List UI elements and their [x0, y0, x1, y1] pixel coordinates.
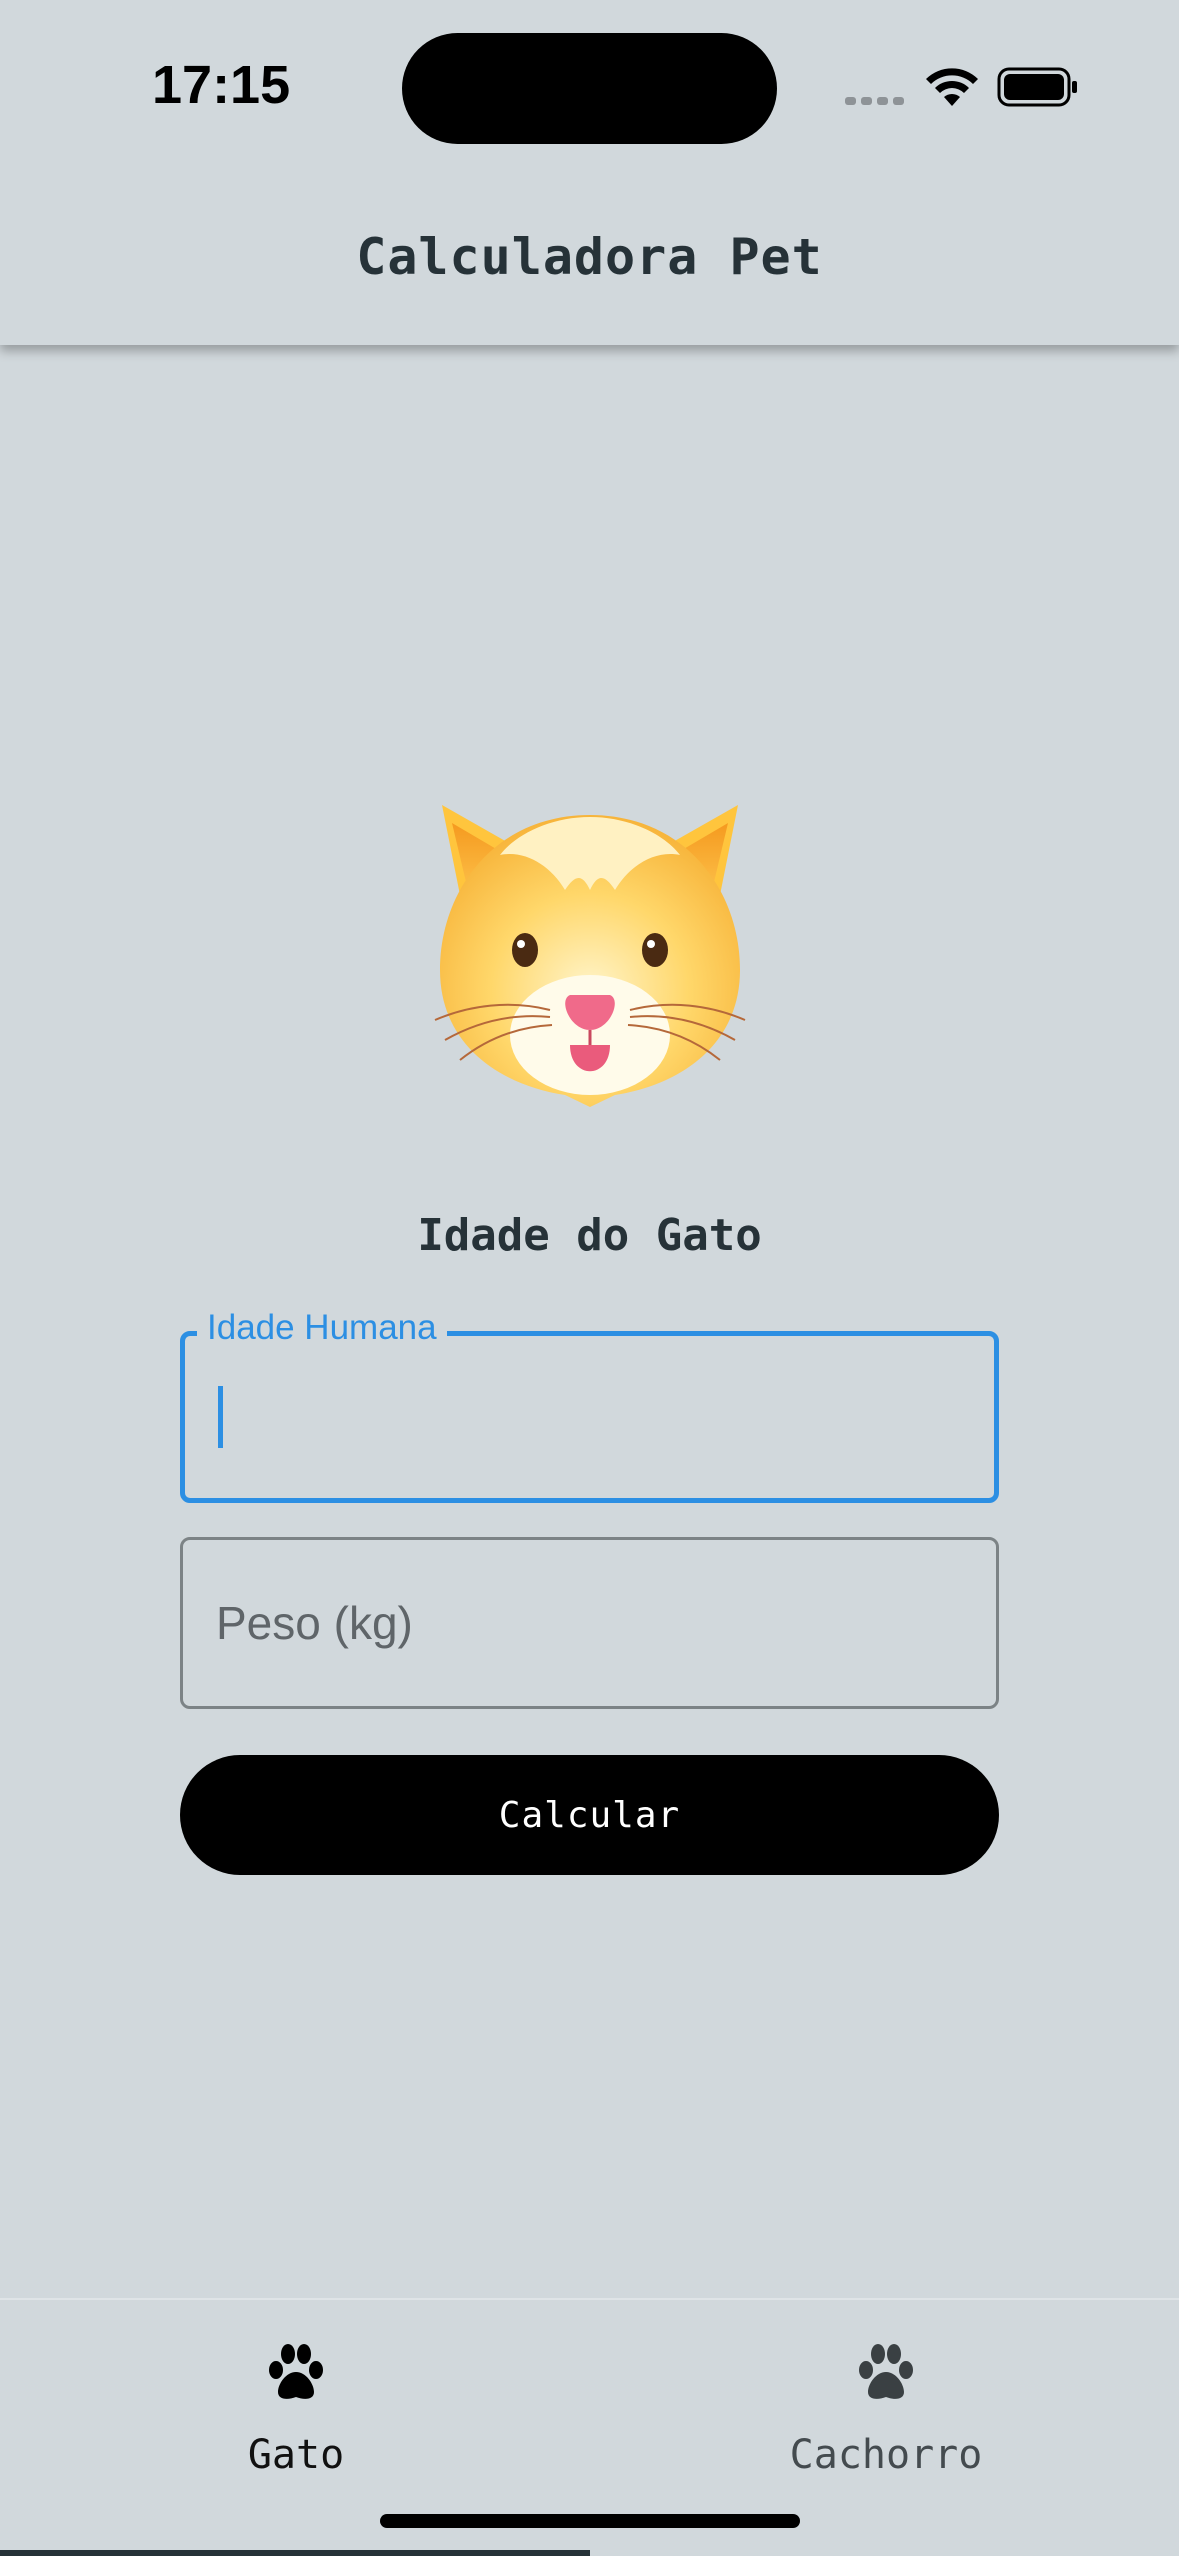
- tab-gato-label: Gato: [247, 2432, 345, 2478]
- signal-dots-icon: [845, 97, 904, 105]
- calculate-button[interactable]: Calcular: [180, 1755, 999, 1875]
- status-bar: 17:15: [0, 0, 1179, 200]
- wifi-icon: [926, 68, 978, 106]
- age-field-label: Idade Humana: [197, 1308, 447, 1348]
- tab-gato[interactable]: Gato: [146, 2340, 446, 2510]
- home-indicator: [380, 2514, 800, 2528]
- dynamic-island: [402, 33, 777, 144]
- cat-face-image: [434, 805, 746, 1107]
- bottom-nav-divider: [0, 2298, 1179, 2300]
- weight-field[interactable]: [180, 1537, 999, 1709]
- section-title: Idade do Gato: [417, 1210, 762, 1261]
- paw-icon: [859, 2344, 913, 2399]
- status-time: 17:15: [152, 55, 291, 115]
- screen: Calculadora Pet 17:15 Idade do Gato Idad…: [0, 0, 1179, 2556]
- age-input[interactable]: [235, 1366, 955, 1466]
- selected-tab-indicator: [0, 2550, 590, 2556]
- weight-input[interactable]: [216, 1568, 956, 1678]
- tab-cachorro-label: Cachorro: [789, 2432, 983, 2478]
- age-field[interactable]: Idade Humana: [180, 1308, 999, 1503]
- text-cursor: [218, 1386, 223, 1448]
- paw-icon: [269, 2344, 323, 2399]
- page-title: Calculadora Pet: [356, 228, 823, 286]
- battery-icon: [997, 67, 1077, 107]
- tab-cachorro[interactable]: Cachorro: [736, 2340, 1036, 2510]
